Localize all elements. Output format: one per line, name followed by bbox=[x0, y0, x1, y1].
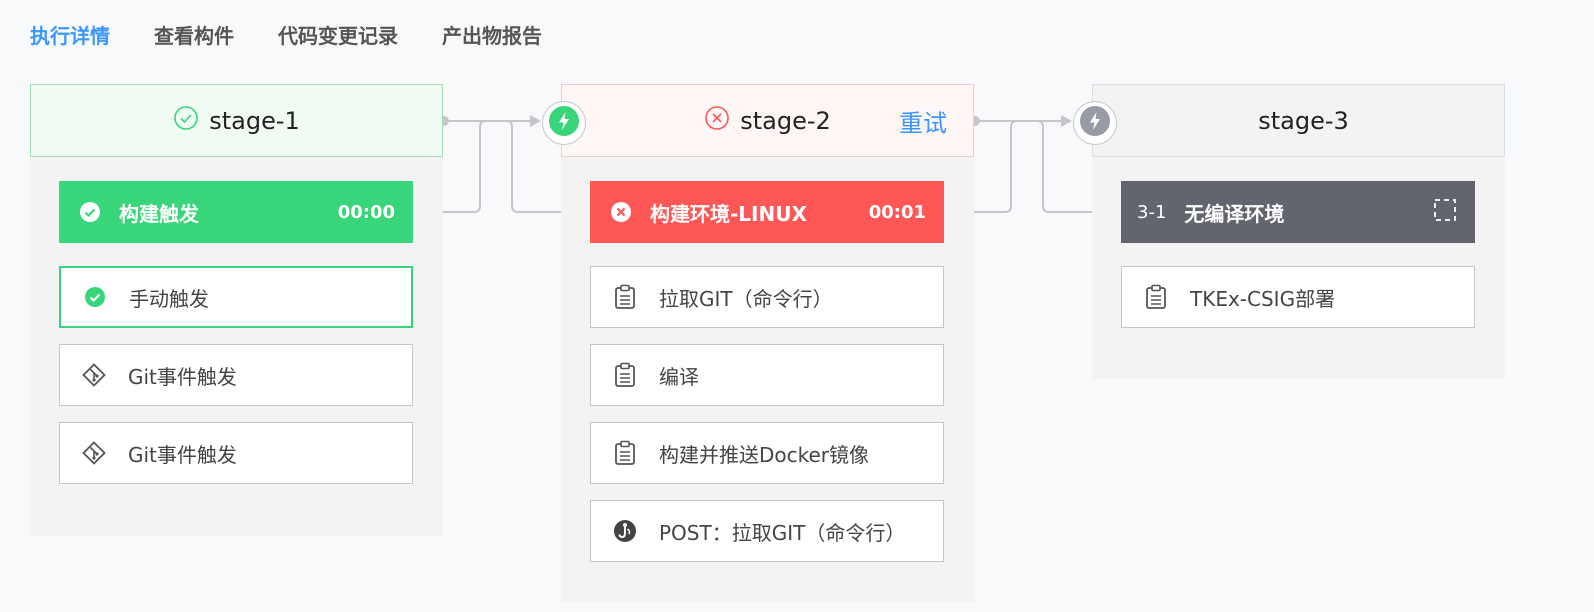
stage-1-column: stage-1 构建触发 00:00 手动触发 Git事件触发 Git事件触发 bbox=[30, 84, 443, 536]
check-circle-outline-icon bbox=[173, 105, 199, 137]
clipboard-icon bbox=[613, 440, 637, 465]
stage-2-body: 构建环境-LINUX 00:01 拉取GIT（命令行） 编译 构建并推送Dock… bbox=[561, 157, 974, 602]
lightning-icon bbox=[549, 106, 579, 140]
task-name: 手动触发 bbox=[129, 286, 209, 311]
stage-title: stage-2 bbox=[740, 106, 831, 135]
stage-3-column: stage-3 3-1 无编译环境 TKEx-CSIG部署 bbox=[1092, 84, 1505, 379]
tab-code-changes[interactable]: 代码变更记录 bbox=[278, 20, 398, 49]
stage-2-trigger-button[interactable] bbox=[542, 101, 586, 145]
error-filled-icon bbox=[610, 201, 632, 223]
job-name: 构建触发 bbox=[119, 201, 199, 226]
stage-title: stage-1 bbox=[209, 106, 300, 135]
job-name: 无编译环境 bbox=[1184, 201, 1285, 226]
job-card[interactable]: 3-1 无编译环境 bbox=[1121, 181, 1475, 243]
job-card[interactable]: 构建触发 00:00 bbox=[59, 181, 413, 243]
task-item[interactable]: Git事件触发 bbox=[59, 422, 413, 484]
stage-3-header[interactable]: stage-3 bbox=[1092, 84, 1505, 157]
task-item[interactable]: POST：拉取GIT（命令行） bbox=[590, 500, 944, 562]
task-item[interactable]: TKEx-CSIG部署 bbox=[1121, 266, 1475, 328]
stage-1-body: 构建触发 00:00 手动触发 Git事件触发 Git事件触发 bbox=[30, 157, 443, 536]
task-name: Git事件触发 bbox=[128, 442, 237, 467]
task-name: TKEx-CSIG部署 bbox=[1190, 286, 1336, 311]
job-duration: 00:00 bbox=[337, 201, 395, 223]
stage-1-header[interactable]: stage-1 bbox=[30, 84, 443, 157]
stage-2-header[interactable]: stage-2 重试 bbox=[561, 84, 974, 157]
task-item[interactable]: 编译 bbox=[590, 344, 944, 406]
detail-tabs: 执行详情 查看构件 代码变更记录 产出物报告 bbox=[30, 20, 542, 49]
clipboard-icon bbox=[1144, 284, 1168, 309]
retry-button[interactable]: 重试 bbox=[899, 103, 947, 138]
stage-3-trigger-button[interactable] bbox=[1073, 101, 1117, 145]
task-item[interactable]: 手动触发 bbox=[59, 266, 413, 328]
stage-title: stage-3 bbox=[1258, 106, 1349, 135]
task-name: Git事件触发 bbox=[128, 364, 237, 389]
git-icon bbox=[82, 363, 106, 387]
clipboard-icon bbox=[613, 362, 637, 387]
hook-icon bbox=[613, 519, 637, 543]
error-circle-outline-icon bbox=[704, 105, 730, 137]
tab-output-report[interactable]: 产出物报告 bbox=[442, 20, 542, 49]
lightning-icon bbox=[1080, 106, 1110, 140]
task-name: 拉取GIT（命令行） bbox=[659, 286, 833, 311]
tab-view-artifacts[interactable]: 查看构件 bbox=[154, 20, 234, 49]
task-item[interactable]: Git事件触发 bbox=[59, 344, 413, 406]
job-duration: 00:01 bbox=[868, 201, 926, 223]
task-name: POST：拉取GIT（命令行） bbox=[659, 520, 906, 545]
job-name: 构建环境-LINUX bbox=[650, 201, 807, 226]
git-icon bbox=[82, 441, 106, 465]
job-card[interactable]: 构建环境-LINUX 00:01 bbox=[590, 181, 944, 243]
stage-2-column: stage-2 重试 构建环境-LINUX 00:01 拉取GIT（命令行） 编… bbox=[561, 84, 974, 602]
tab-execution-detail[interactable]: 执行详情 bbox=[30, 20, 110, 49]
dashed-square-icon bbox=[1433, 198, 1457, 227]
check-filled-icon bbox=[79, 201, 101, 223]
job-number: 3-1 bbox=[1137, 201, 1167, 223]
clipboard-icon bbox=[613, 284, 637, 309]
task-name: 构建并推送Docker镜像 bbox=[659, 442, 870, 467]
task-name: 编译 bbox=[659, 364, 699, 389]
task-item[interactable]: 构建并推送Docker镜像 bbox=[590, 422, 944, 484]
stage-3-body: 3-1 无编译环境 TKEx-CSIG部署 bbox=[1092, 157, 1505, 379]
task-item[interactable]: 拉取GIT（命令行） bbox=[590, 266, 944, 328]
check-filled-icon bbox=[83, 285, 107, 309]
